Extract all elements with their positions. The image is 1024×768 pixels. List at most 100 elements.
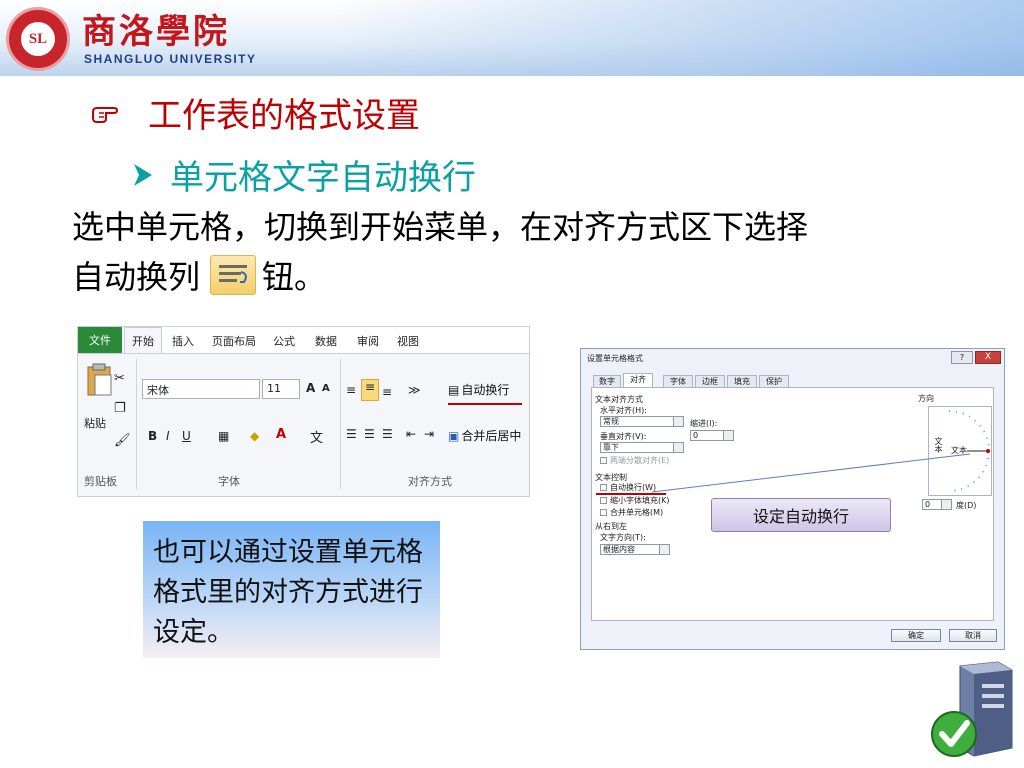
- header-banner: SL 商洛學院 SHANGLUO UNIVERSITY: [0, 0, 1024, 76]
- wrap-text-checkbox[interactable]: [600, 484, 607, 491]
- font-color-icon[interactable]: A: [276, 427, 286, 442]
- text-direction-value: 根据内容: [603, 545, 635, 554]
- border-icon[interactable]: ▦: [218, 429, 229, 443]
- body-line-2-end: 钮。: [262, 258, 327, 296]
- ok-button[interactable]: 确定: [891, 629, 941, 642]
- merge-cells-checkbox[interactable]: [600, 509, 607, 516]
- tab-data[interactable]: 数据: [315, 333, 337, 349]
- underline-icon[interactable]: U: [182, 429, 191, 443]
- shrink-to-fit-checkbox[interactable]: [600, 497, 607, 504]
- font-size-box[interactable]: 11: [262, 379, 300, 399]
- format-painter-icon[interactable]: 🖌: [114, 433, 131, 448]
- paste-button[interactable]: 粘贴: [84, 415, 106, 431]
- decrease-indent-icon[interactable]: ⇤: [406, 427, 416, 441]
- callout-label: 设定自动换行: [711, 498, 891, 532]
- slide-subheading: 单元格文字自动换行: [170, 158, 476, 198]
- font-name-box[interactable]: 宋体: [142, 379, 260, 399]
- wrap-text-small-icon: ▤: [448, 382, 460, 397]
- group-clipboard: 剪贴板: [84, 475, 117, 488]
- slide-heading: 工作表的格式设置: [148, 96, 420, 136]
- grow-font-icon[interactable]: A: [306, 381, 315, 395]
- degree-value: 0: [925, 500, 931, 509]
- spinner-icon: [723, 431, 733, 440]
- excel-ribbon: 文件 开始 插入 页面布局 公式 数据 审阅 视图 粘贴 ✂ ❐ 🖌 剪贴板 宋…: [77, 326, 530, 497]
- fill-color-icon[interactable]: ◆: [250, 429, 259, 443]
- align-left-icon[interactable]: ☰: [346, 427, 357, 441]
- heading-row: 工作表的格式设置: [90, 88, 420, 137]
- tab-review[interactable]: 审阅: [357, 333, 379, 349]
- text-direction-label: 文字方向(T):: [600, 533, 646, 542]
- align-bottom-icon[interactable]: ≡: [382, 385, 392, 399]
- tab-font[interactable]: 字体: [663, 375, 693, 387]
- tab-formulas[interactable]: 公式: [273, 333, 295, 349]
- cancel-button[interactable]: 取消: [949, 629, 997, 642]
- horizontal-align-select[interactable]: 常规: [600, 416, 684, 427]
- phonetic-icon[interactable]: 文: [310, 427, 323, 446]
- tab-border[interactable]: 边框: [695, 375, 725, 387]
- university-name-cn: 商洛學院: [82, 12, 230, 52]
- cut-icon[interactable]: ✂: [114, 371, 125, 386]
- section-text-alignment: 文本对齐方式: [595, 395, 643, 404]
- dropdown-arrow-icon: [659, 545, 669, 554]
- tab-fill[interactable]: 填充: [727, 375, 757, 387]
- vertical-align-value: 靠下: [603, 443, 619, 452]
- body-line-2: 自动换列 钮。: [72, 252, 326, 298]
- server-check-icon: [931, 661, 1013, 757]
- horizontal-align-value: 常规: [603, 417, 619, 426]
- body-line-2-start: 自动换列: [72, 258, 201, 296]
- merge-center-icon: ▣: [448, 428, 460, 443]
- indent-label: 缩进(I):: [690, 419, 718, 428]
- tab-page-layout[interactable]: 页面布局: [212, 333, 256, 349]
- pointing-hand-icon: [92, 106, 119, 123]
- increase-indent-icon[interactable]: ⇥: [424, 427, 434, 441]
- university-logo: SL: [6, 7, 70, 71]
- arrow-bullet-icon: [134, 163, 152, 186]
- align-top-icon[interactable]: ≡: [346, 383, 356, 397]
- tab-home[interactable]: 开始: [124, 327, 162, 353]
- tab-file[interactable]: 文件: [78, 327, 122, 353]
- merge-cells-option: 合并单元格(M): [610, 508, 664, 517]
- callout-connector: [651, 453, 971, 493]
- help-button[interactable]: ?: [951, 351, 973, 364]
- tab-alignment[interactable]: 对齐: [623, 373, 653, 387]
- tab-number[interactable]: 数字: [593, 375, 621, 387]
- paste-icon[interactable]: [86, 363, 114, 397]
- align-center-icon[interactable]: ☰: [364, 427, 375, 441]
- tab-view[interactable]: 视图: [397, 333, 419, 349]
- orientation-icon[interactable]: ≫: [408, 383, 421, 397]
- align-middle-icon[interactable]: ≡: [361, 379, 379, 401]
- section-right-to-left: 从右到左: [595, 522, 627, 531]
- wrap-text-button[interactable]: ▤ 自动换行: [448, 381, 509, 398]
- merge-center-button[interactable]: ▣ 合并后居中: [448, 427, 521, 444]
- merge-center-label: 合并后居中: [461, 429, 522, 443]
- vertical-align-label: 垂直对齐(V):: [600, 432, 647, 441]
- indent-spinner[interactable]: 0: [690, 430, 734, 441]
- orientation-label: 方向: [918, 394, 934, 403]
- group-separator: [340, 359, 341, 489]
- shrink-font-icon[interactable]: A: [322, 383, 330, 394]
- degree-spinner[interactable]: 0: [922, 499, 952, 510]
- copy-icon[interactable]: ❐: [114, 401, 126, 416]
- bold-icon[interactable]: B: [148, 429, 157, 443]
- horizontal-align-label: 水平对齐(H):: [600, 406, 647, 415]
- dialog-title: 设置单元格格式: [587, 354, 643, 363]
- dropdown-arrow-icon: [673, 417, 683, 426]
- group-alignment: 对齐方式: [408, 475, 452, 488]
- wrap-text-icon: [210, 255, 257, 295]
- italic-icon[interactable]: I: [166, 429, 170, 443]
- text-direction-select[interactable]: 根据内容: [600, 544, 670, 555]
- wrap-text-label: 自动换行: [461, 383, 510, 397]
- wrap-text-highlight: [448, 403, 522, 405]
- indent-value: 0: [693, 431, 699, 440]
- banner-glow: [330, 0, 1024, 76]
- align-right-icon[interactable]: ☰: [382, 427, 393, 441]
- close-button[interactable]: X: [975, 351, 1001, 364]
- body-line-1: 选中单元格，切换到开始菜单，在对齐方式区下选择: [72, 208, 809, 246]
- tab-protection[interactable]: 保护: [759, 375, 789, 387]
- tab-insert[interactable]: 插入: [172, 333, 194, 349]
- distributed-checkbox[interactable]: [600, 457, 607, 464]
- ribbon-tabbar: 文件 开始 插入 页面布局 公式 数据 审阅 视图: [78, 327, 529, 354]
- note-box: 也可以通过设置单元格格式里的对齐方式进行设定。: [143, 521, 440, 658]
- logo-mark: SL: [21, 22, 55, 56]
- group-separator: [136, 359, 137, 489]
